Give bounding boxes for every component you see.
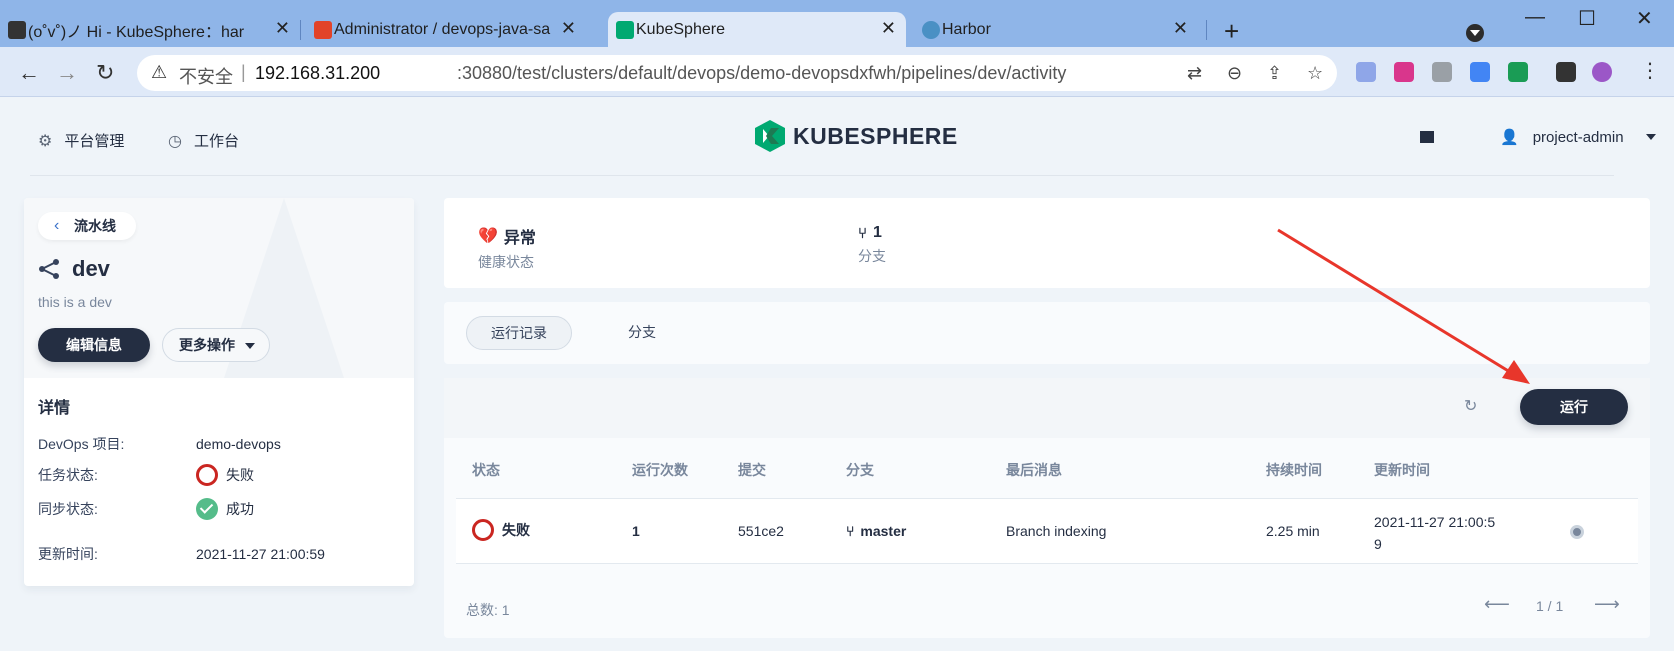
rerun-icon[interactable]: [1570, 525, 1584, 539]
extensions-puzzle-icon[interactable]: [1556, 62, 1576, 82]
avatar[interactable]: [1592, 62, 1612, 82]
app-switch-icon[interactable]: [1420, 131, 1434, 143]
run-button[interactable]: 运行: [1520, 389, 1628, 425]
close-icon[interactable]: ✕: [275, 18, 290, 39]
detail-row-updated-time: 更新时间: 2021-11-27 21:00:59: [38, 546, 325, 562]
tabs-bar: 运行记录 分支: [444, 302, 1650, 364]
reload-icon[interactable]: ↻: [96, 60, 114, 86]
share-icon[interactable]: ⇪: [1267, 63, 1282, 84]
success-status-icon: [196, 498, 218, 520]
platform-management-link[interactable]: ⚙ 平台管理: [38, 130, 124, 151]
chevron-left-icon: ‹: [54, 217, 60, 234]
detail-row-sync-status: 同步状态: 成功: [38, 498, 254, 520]
close-icon[interactable]: ✕: [561, 18, 576, 39]
browser-tab-kubesphere-hi[interactable]: (o˚v˚)ノ Hi - KubeSphere：har ✕: [0, 12, 300, 47]
row-commit: 551ce2: [738, 523, 784, 539]
more-actions-button[interactable]: 更多操作: [162, 328, 270, 362]
branch-count: ⑂ 1 分支: [858, 224, 886, 264]
back-to-pipelines-button[interactable]: ‹ 流水线: [38, 212, 136, 240]
failed-status-icon: [472, 519, 494, 541]
address-bar[interactable]: ⚠ 不安全 | 192.168.31.200 :30880/test/clust…: [137, 55, 1337, 91]
url-path: :30880/test/clusters/default/devops/demo…: [457, 63, 1067, 83]
branch-icon: ⑂: [858, 224, 868, 242]
row-run-number[interactable]: 1: [632, 523, 640, 539]
branch-icon: ⑂: [846, 523, 855, 539]
dashboard-icon: ◷: [168, 132, 182, 150]
row-last-message: Branch indexing: [1006, 523, 1107, 539]
row-updated-time: 2021-11-27 21:00:5 9: [1374, 514, 1496, 552]
extension-recycle-icon[interactable]: [1432, 62, 1452, 82]
column-header-status: 状态: [472, 462, 500, 478]
zoom-icon[interactable]: ⊖: [1227, 63, 1242, 84]
column-header-updated: 更新时间: [1374, 462, 1430, 478]
window-close-icon[interactable]: ✕: [1636, 6, 1653, 31]
pipeline-icon: [39, 259, 59, 279]
browser-tab-bar: (o˚v˚)ノ Hi - KubeSphere：har ✕ Administra…: [0, 0, 1674, 47]
cat-icon: [8, 21, 26, 39]
failed-status-icon: [196, 464, 218, 486]
security-label[interactable]: 不安全: [179, 63, 233, 89]
user-menu[interactable]: 👤 project-admin: [1500, 128, 1656, 146]
column-header-last-message: 最后消息: [1006, 462, 1062, 478]
harbor-icon: [922, 21, 940, 39]
pipeline-title: dev: [38, 256, 110, 282]
chevron-down-icon: [1645, 134, 1656, 140]
detail-row-devops-project: DevOps 项目: demo-devops: [38, 436, 281, 452]
forward-arrow-icon[interactable]: →: [56, 60, 78, 86]
kubesphere-logo[interactable]: KUBESPHERE: [755, 120, 958, 152]
health-status: 💔 异常 健康状态: [478, 228, 536, 270]
url-host: 192.168.31.200: [255, 63, 381, 83]
next-page-arrow-icon[interactable]: ⟶: [1594, 594, 1620, 615]
tab-search-dropdown-icon[interactable]: [1466, 24, 1484, 42]
close-icon[interactable]: ✕: [1173, 18, 1188, 39]
tab-branches[interactable]: 分支: [604, 316, 680, 350]
column-header-duration: 持续时间: [1266, 462, 1322, 478]
extension-shield-icon[interactable]: [1394, 62, 1414, 82]
pipeline-detail-card: ‹ 流水线 dev this is a dev 编辑信息 更多操作 详情 Dev…: [24, 198, 414, 586]
back-arrow-icon[interactable]: ←: [18, 60, 40, 86]
new-tab-plus-icon[interactable]: +: [1224, 16, 1239, 47]
browser-menu-icon[interactable]: ⋮: [1640, 58, 1660, 83]
maximize-icon[interactable]: ☐: [1578, 6, 1596, 31]
extension-translate-icon[interactable]: [1470, 62, 1490, 82]
prev-page-arrow-icon[interactable]: ⟵: [1484, 594, 1510, 615]
pipeline-description: this is a dev: [38, 294, 112, 310]
row-duration: 2.25 min: [1266, 523, 1320, 539]
chevron-down-icon: [245, 343, 255, 349]
total-count: 总数: 1: [466, 602, 510, 618]
edit-info-button[interactable]: 编辑信息: [38, 328, 150, 362]
column-header-commit: 提交: [738, 462, 766, 478]
detail-row-task-status: 任务状态: 失败: [38, 464, 254, 486]
close-icon[interactable]: ✕: [881, 18, 896, 39]
row-status: 失败: [472, 519, 530, 541]
kubesphere-logo-icon: [755, 120, 785, 152]
page-indicator: 1 / 1: [1536, 598, 1564, 614]
ks-header: ⚙ 平台管理 ◷ 工作台 KUBESPHERE 👤 project-admin: [0, 98, 1674, 176]
minimize-icon[interactable]: —: [1525, 6, 1545, 29]
kubesphere-favicon-icon: [616, 21, 634, 39]
browser-toolbar: ← → ↻ ⚠ 不安全 | 192.168.31.200 :30880/test…: [0, 47, 1674, 97]
workbench-link[interactable]: ◷ 工作台: [168, 130, 239, 151]
user-icon: 👤: [1500, 129, 1519, 146]
gitlab-icon: [314, 21, 332, 39]
browser-tab-kubesphere[interactable]: KubeSphere ✕: [608, 12, 906, 47]
row-branch: ⑂ master: [846, 523, 907, 539]
browser-tab-gitlab[interactable]: Administrator / devops-java-sa ✕: [306, 12, 586, 47]
browser-tab-harbor[interactable]: Harbor ✕: [914, 12, 1198, 47]
column-header-run: 运行次数: [632, 462, 688, 478]
gear-icon: ⚙: [38, 132, 53, 150]
tab-activity[interactable]: 运行记录: [466, 316, 572, 350]
extension-icon[interactable]: [1356, 62, 1376, 82]
details-heading: 详情: [38, 400, 71, 417]
warning-icon: ⚠: [151, 62, 168, 82]
activity-table-card: ↻ 运行 状态 运行次数 提交 分支 最后消息 持续时间 更新时间 失败 1 5…: [444, 378, 1650, 638]
translate-icon[interactable]: ⇄: [1187, 63, 1202, 84]
pipeline-summary-card: 💔 异常 健康状态 ⑂ 1 分支: [444, 198, 1650, 288]
bookmark-star-icon[interactable]: ☆: [1307, 63, 1323, 84]
broken-heart-icon: 💔: [478, 228, 498, 245]
extension-on-icon[interactable]: [1508, 62, 1528, 82]
column-header-branch: 分支: [846, 462, 874, 478]
table-row[interactable]: 失败 1 551ce2 ⑂ master Branch indexing 2.2…: [456, 498, 1638, 564]
refresh-icon[interactable]: ↻: [1464, 396, 1477, 416]
